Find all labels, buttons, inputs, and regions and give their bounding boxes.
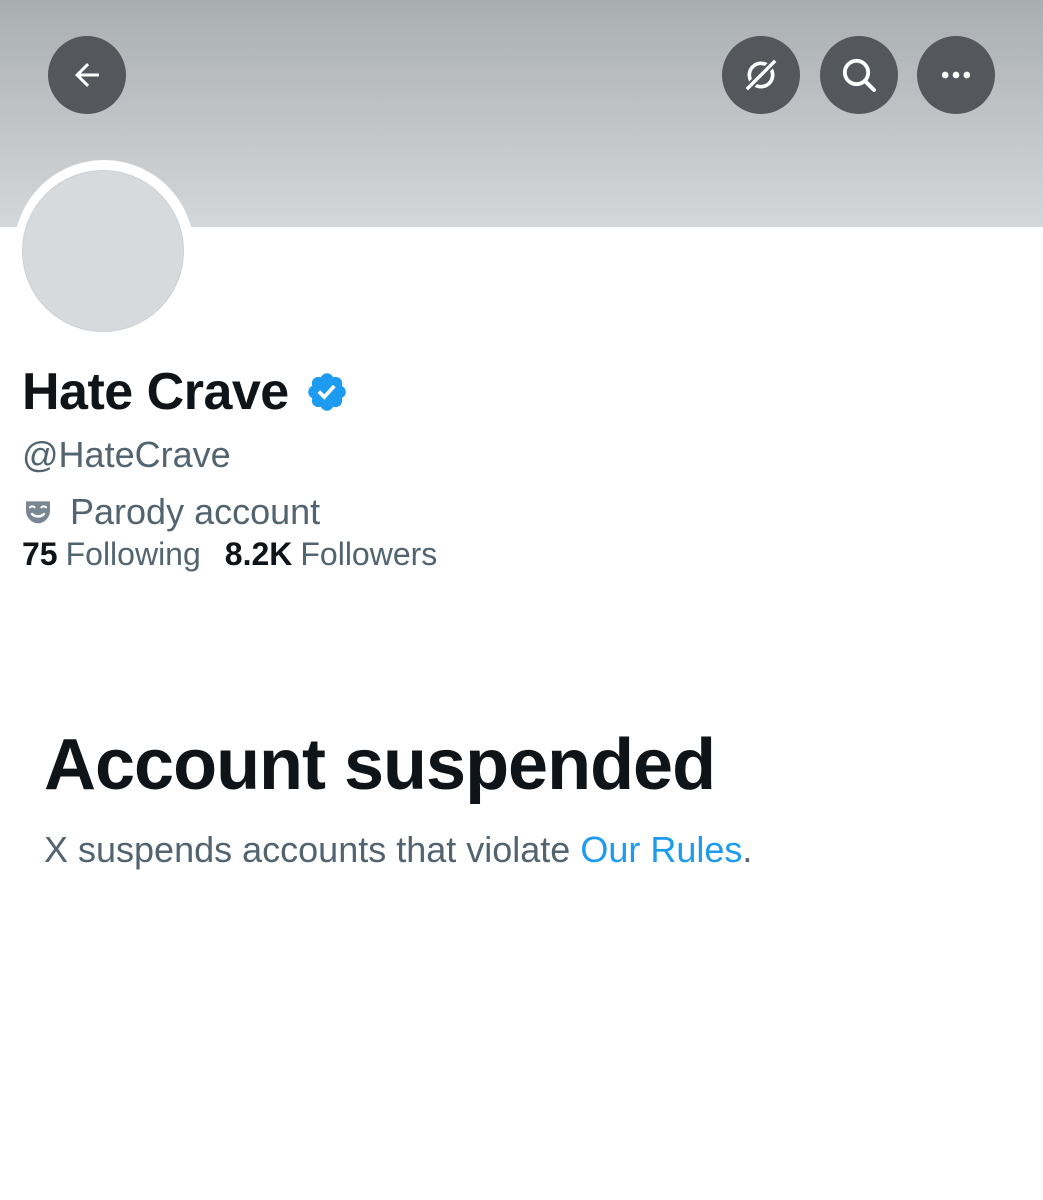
suspension-description: X suspends accounts that violate Our Rul…: [44, 826, 752, 874]
followers-label: Followers: [300, 536, 438, 572]
grok-button[interactable]: [722, 36, 800, 114]
followers-count: 8.2K: [224, 536, 293, 572]
parody-mask-icon: [26, 501, 50, 524]
display-name: Hate Crave: [22, 363, 289, 421]
grok-icon: [745, 59, 777, 91]
suspension-description-text: X suspends accounts that violate: [44, 829, 581, 870]
follow-stats: 75 Following 8.2K Followers: [22, 533, 437, 575]
following-link[interactable]: 75 Following: [22, 533, 201, 575]
avatar[interactable]: [22, 170, 184, 332]
back-button[interactable]: [48, 36, 126, 114]
following-count: 75: [22, 536, 58, 572]
search-icon: [842, 58, 876, 92]
following-label: Following: [65, 536, 201, 572]
verified-badge-icon[interactable]: [305, 370, 349, 414]
profile-name-row: Hate Crave: [22, 362, 349, 422]
followers-link[interactable]: 8.2K Followers: [225, 533, 438, 575]
profile-handle: @HateCrave: [22, 434, 231, 475]
arrow-left-icon: [75, 63, 99, 87]
more-button[interactable]: [917, 36, 995, 114]
search-button[interactable]: [820, 36, 898, 114]
parody-label-text: Parody account: [70, 491, 321, 532]
avatar-frame: [14, 160, 194, 340]
suspension-description-period: .: [742, 829, 753, 870]
more-horizontal-icon: [941, 71, 971, 79]
suspension-title: Account suspended: [44, 725, 716, 805]
our-rules-link[interactable]: Our Rules: [580, 829, 742, 870]
parody-label: Parody account: [22, 490, 320, 534]
